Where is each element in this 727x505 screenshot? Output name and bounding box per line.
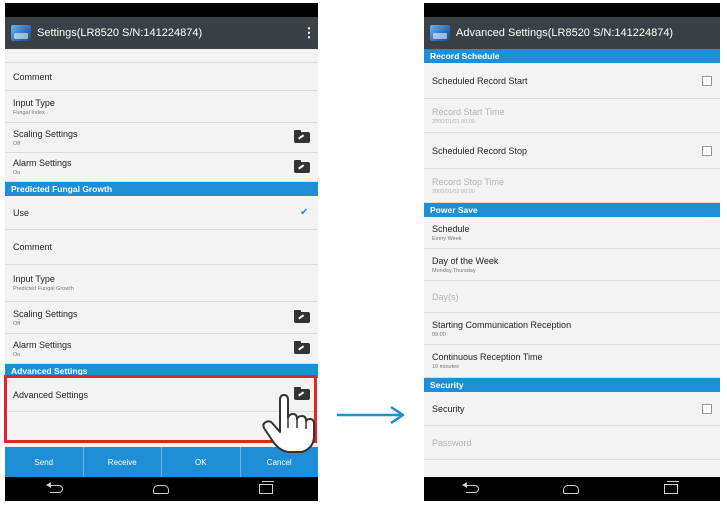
row-label: Record Start Time [432, 106, 505, 117]
row-label: Schedule [432, 223, 470, 234]
list-item-record-stop-time: Record Stop Time 2000/01/02 00:00 [424, 169, 720, 203]
row-label: Password [432, 437, 472, 448]
section-header-security: Security [424, 378, 720, 392]
home-icon[interactable] [153, 484, 169, 494]
row-value: Off [13, 140, 21, 147]
list-item-security[interactable]: Security [424, 392, 720, 426]
row-label: Use [13, 207, 30, 218]
section-header-fungal: Predicted Fungal Growth [5, 182, 318, 196]
checkbox[interactable] [702, 145, 712, 156]
tap-hand-icon [262, 394, 315, 453]
list-item-alarm[interactable]: Alarm Settings On [5, 153, 318, 182]
row-value: Predicted Fungal Growth [13, 286, 74, 292]
section-header-record: Record Schedule [424, 49, 720, 63]
row-label: Input Type [13, 97, 55, 108]
row-value: 10 minutes [432, 364, 459, 370]
list-item-password: Password [424, 426, 720, 460]
recent-apps-icon[interactable] [663, 481, 679, 494]
row-label: Input Type [13, 274, 55, 284]
ok-button[interactable]: OK [162, 447, 241, 477]
row-label: Starting Communication Reception [432, 319, 572, 330]
list-item-scaling[interactable]: Scaling Settings Off [5, 123, 318, 153]
row-value: Fungal Index [13, 109, 45, 116]
send-button[interactable]: Send [5, 447, 84, 477]
app-bar: Advanced Settings(LR8520 S/N:141224874) [424, 17, 720, 49]
row-label: Security [432, 403, 465, 414]
row-value: 09:00 [432, 331, 446, 338]
folder-icon[interactable] [294, 130, 310, 143]
system-nav-bar [5, 477, 318, 501]
row-value: 2000/01/01 00:00 [432, 118, 475, 125]
app-logo-icon [430, 25, 450, 41]
list-item-schedule[interactable]: Schedule Every Week [424, 217, 720, 249]
recent-apps-icon[interactable] [259, 481, 274, 494]
list-item-starting-communication[interactable]: Starting Communication Reception 09:00 [424, 313, 720, 345]
list-item-continuous-reception[interactable]: Continuous Reception Time 10 minutes [424, 345, 720, 378]
row-value: 2000/01/02 00:00 [432, 188, 475, 195]
app-bar: Settings(LR8520 S/N:141224874) ⋮ [5, 17, 318, 49]
home-icon[interactable] [563, 484, 580, 494]
list-item-scheduled-record-start[interactable]: Scheduled Record Start [424, 63, 720, 99]
row-label: Scheduled Record Start [432, 75, 528, 86]
list-item-record-start-time: Record Start Time 2000/01/01 00:00 [424, 99, 720, 133]
row-value: Off [13, 320, 21, 327]
list-item-scaling[interactable]: Scaling Settings Off [5, 302, 318, 334]
row-label: Scheduled Record Stop [432, 145, 528, 156]
back-icon[interactable] [462, 482, 480, 493]
row-label: Alarm Settings [13, 158, 72, 168]
row-value: Monday,Thursday [432, 267, 476, 274]
checkbox-checked-icon[interactable]: ✔ [300, 207, 310, 218]
row-label: Scaling Settings [13, 308, 78, 319]
list-item-scheduled-record-stop[interactable]: Scheduled Record Stop [424, 133, 720, 169]
list-item-use[interactable]: Use ✔ [5, 196, 318, 230]
row-value: On [13, 351, 21, 358]
list-item-alarm[interactable]: Alarm Settings On [5, 334, 318, 364]
app-logo-icon [11, 25, 31, 41]
checkbox[interactable] [702, 403, 712, 414]
row-value: Every Week [432, 235, 462, 242]
folder-icon[interactable] [294, 341, 310, 354]
row-label: Day of the Week [432, 255, 499, 266]
row-label: Comment [13, 242, 53, 252]
system-nav-bar [424, 477, 720, 501]
list-item-input-type[interactable]: Input Type Fungal Index [5, 91, 318, 123]
folder-icon[interactable] [294, 310, 310, 323]
row-label: Day(s) [432, 291, 459, 302]
list-item-day-of-week[interactable]: Day of the Week Monday,Thursday [424, 249, 720, 281]
list-item-comment[interactable]: Comment [5, 63, 318, 91]
row-label: Alarm Settings [13, 339, 72, 350]
arrow-right-icon [337, 405, 405, 425]
list-item-input-type[interactable]: Input Type Predicted Fungal Growth [5, 265, 318, 302]
list-item-blank [5, 49, 318, 63]
receive-button[interactable]: Receive [84, 447, 162, 477]
back-icon[interactable] [46, 482, 63, 493]
row-label: Continuous Reception Time [432, 352, 543, 362]
list-item-days: Day(s) [424, 281, 720, 313]
section-header-power: Power Save [424, 203, 720, 217]
advanced-settings-screen: Advanced Settings(LR8520 S/N:141224874) … [424, 17, 720, 477]
checkbox[interactable] [702, 75, 712, 86]
row-label: Record Stop Time [432, 176, 505, 187]
row-label: Scaling Settings [13, 128, 78, 139]
page-title: Advanced Settings(LR8520 S/N:141224874) [456, 27, 674, 39]
page-title: Settings(LR8520 S/N:141224874) [37, 27, 203, 39]
overflow-menu-icon[interactable]: ⋮ [300, 25, 318, 41]
row-label: Comment [13, 71, 53, 82]
row-value: On [13, 170, 21, 176]
right-phone: Advanced Settings(LR8520 S/N:141224874) … [424, 3, 720, 501]
folder-icon[interactable] [294, 159, 310, 173]
list-item-comment[interactable]: Comment [5, 230, 318, 265]
